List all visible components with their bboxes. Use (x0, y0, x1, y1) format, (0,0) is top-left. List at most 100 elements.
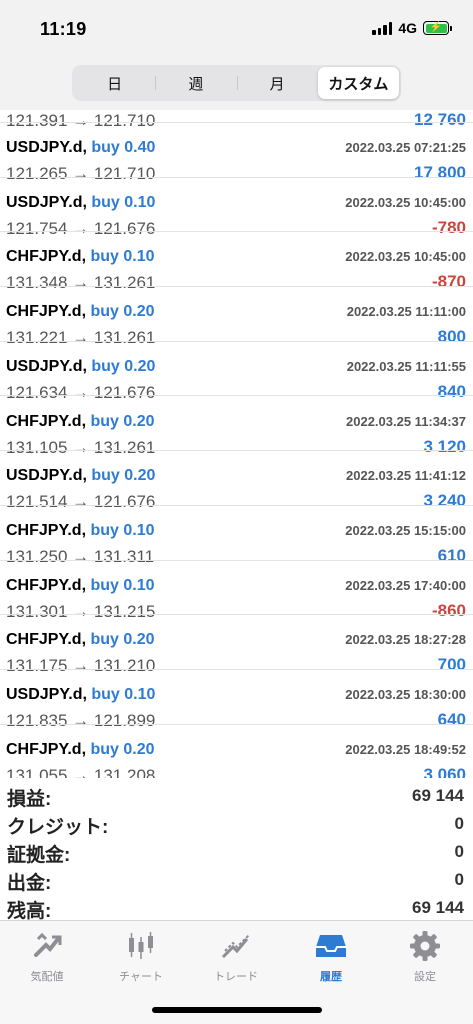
status-bar: 11:19 4G ⚡ (0, 0, 473, 58)
trade-datetime: 2022.03.25 11:41:12 (346, 468, 466, 484)
trade-symbol-line: CHFJPY.d, buy 0.10 (6, 576, 155, 594)
trade-symbol-line: CHFJPY.d, buy 0.10 (6, 521, 155, 539)
trade-type: buy 0.20 (90, 740, 155, 758)
summary-balance: 残高: 69 144 (0, 892, 473, 922)
trade-symbol-line: CHFJPY.d, buy 0.20 (6, 631, 155, 649)
trade-type: buy 0.10 (90, 248, 155, 266)
partial-trade-row[interactable]: 121.391 → 121.710 12 760 (0, 110, 473, 130)
trade-datetime: 2022.03.25 07:21:25 (345, 140, 466, 155)
trade-symbol-line: CHFJPY.d, buy 0.10 (6, 248, 155, 266)
trade-row[interactable]: CHFJPY.d, buy 0.20 2022.03.25 11:34:37 131… (0, 397, 473, 457)
segment-day[interactable]: 日 (74, 67, 155, 99)
trade-symbol-line: CHFJPY.d, buy 0.20 (6, 412, 155, 430)
summary-profit: 損益: 69 144 (0, 780, 473, 810)
trade-row[interactable]: CHFJPY.d, buy 0.20 2022.03.25 11:11:00 131… (0, 287, 473, 347)
trade-row[interactable]: USDJPY.d, buy 0.40 2022.03.25 07:21:25 121… (0, 123, 473, 183)
trade-row[interactable]: CHFJPY.d, buy 0.20 2022.03.25 18:49:52 131… (0, 725, 473, 778)
summary-value: 0 (454, 870, 464, 889)
trade-type: buy 0.10 (91, 686, 156, 703)
tab-settings[interactable]: 設定 (378, 929, 472, 989)
trade-type: buy 0.10 (91, 193, 156, 211)
trade-row[interactable]: CHFJPY.d, buy 0.10 2022.03.25 10:45:00 131… (0, 232, 473, 292)
tab-trade[interactable]: トレード (189, 929, 283, 989)
trade-symbol: USDJPY.d (6, 139, 83, 156)
trade-type: buy 0.40 (91, 139, 156, 156)
trade-symbol-line: CHFJPY.d, buy 0.20 (6, 740, 155, 758)
trade-symbol: USDJPY.d (6, 686, 83, 703)
trade-datetime: 2022.03.25 18:49:52 (345, 741, 466, 757)
trade-symbol: USDJPY.d (6, 467, 83, 485)
trade-row[interactable]: CHFJPY.d, buy 0.10 2022.03.25 15:15:00 131… (0, 506, 473, 566)
trade-datetime: 2022.03.25 17:40:00 (345, 577, 466, 593)
trade-profit: 3 060 (423, 764, 466, 778)
gear-icon (410, 931, 440, 961)
trade-datetime: 2022.03.25 10:45:00 (345, 249, 466, 265)
period-segmented-control: 日 週 月 カスタム (72, 65, 401, 101)
trade-row[interactable]: USDJPY.d, buy 0.20 2022.03.25 11:41:12 121… (0, 451, 473, 511)
trade-datetime: 2022.03.25 11:11:00 (346, 304, 466, 320)
trade-icon (221, 934, 250, 959)
tab-history[interactable]: 履歴 (284, 929, 378, 989)
trade-row[interactable]: CHFJPY.d, buy 0.10 2022.03.25 17:40:00 131… (0, 561, 473, 621)
trade-type: buy 0.20 (90, 412, 155, 430)
trade-symbol: CHFJPY.d (6, 248, 82, 266)
cellular-signal-icon (372, 21, 393, 35)
trade-symbol: CHFJPY.d (6, 521, 82, 539)
trade-type: buy 0.20 (91, 357, 156, 375)
trade-datetime: 2022.03.25 11:11:55 (346, 358, 466, 374)
trade-symbol: CHFJPY.d (6, 303, 82, 321)
summary-value: 0 (454, 814, 464, 833)
history-inbox-icon (316, 935, 346, 957)
status-indicators: 4G ⚡ (372, 20, 452, 36)
account-summary: 損益: 69 144 クレジット: 0 証拠金: 0 出金: 0 残高: 69 … (0, 778, 473, 922)
trade-datetime: 2022.03.25 15:15:00 (345, 522, 466, 538)
summary-value: 69 144 (412, 898, 464, 917)
battery-charging-icon: ⚡ (423, 21, 452, 35)
trade-row[interactable]: USDJPY.d, buy 0.20 2022.03.25 11:11:55 121… (0, 342, 473, 402)
trade-datetime: 2022.03.25 18:30:00 (345, 687, 466, 702)
quotes-icon (34, 932, 62, 957)
summary-value: 69 144 (412, 786, 464, 805)
trade-symbol-line: USDJPY.d, buy 0.20 (6, 467, 156, 485)
trade-symbol: USDJPY.d (6, 357, 83, 375)
tab-label: チャート (119, 971, 163, 983)
summary-withdrawal: 出金: 0 (0, 864, 473, 894)
trade-datetime: 2022.03.25 18:27:28 (345, 632, 466, 648)
tab-label: 設定 (414, 971, 436, 983)
candlestick-chart-icon (129, 932, 153, 959)
status-time: 11:19 (40, 19, 87, 39)
trade-row[interactable]: USDJPY.d, buy 0.10 2022.03.25 18:30:00 121… (0, 670, 473, 730)
trade-type: buy 0.20 (90, 631, 155, 649)
summary-credit: クレジット: 0 (0, 808, 473, 838)
trade-type: buy 0.10 (90, 521, 155, 539)
tab-chart[interactable]: チャート (94, 929, 188, 989)
trade-type: buy 0.10 (90, 576, 155, 594)
summary-label: 証拠金: (7, 845, 71, 866)
trade-row[interactable]: USDJPY.d, buy 0.10 2022.03.25 10:45:00 121… (0, 178, 473, 238)
trade-symbol: CHFJPY.d (6, 412, 82, 430)
trade-datetime: 2022.03.25 10:45:00 (345, 194, 466, 210)
tab-label: トレード (214, 971, 258, 983)
trade-history-list[interactable]: 121.391 → 121.710 12 760 USDJPY.d, buy 0… (0, 110, 473, 778)
trade-datetime: 2022.03.25 11:34:37 (346, 413, 466, 429)
trade-symbol-line: USDJPY.d, buy 0.20 (6, 357, 156, 375)
segment-week[interactable]: 週 (155, 67, 236, 99)
trade-row[interactable]: CHFJPY.d, buy 0.20 2022.03.25 18:27:28 131… (0, 615, 473, 675)
summary-label: 出金: (7, 873, 52, 894)
trade-symbol-line: USDJPY.d, buy 0.40 (6, 139, 156, 156)
tab-label: 気配値 (30, 971, 64, 983)
trade-symbol: CHFJPY.d (6, 740, 82, 758)
summary-value: 0 (454, 842, 464, 861)
period-header: 日 週 月 カスタム (0, 58, 473, 110)
segment-custom[interactable]: カスタム (317, 67, 399, 99)
segment-month[interactable]: 月 (236, 67, 318, 99)
trade-type: buy 0.20 (90, 303, 155, 321)
tab-label: 履歴 (320, 971, 342, 983)
trade-symbol: USDJPY.d (6, 193, 83, 211)
tab-quotes[interactable]: 気配値 (0, 929, 94, 989)
trade-symbol: CHFJPY.d (6, 576, 82, 594)
summary-label: 損益: (7, 789, 52, 810)
summary-label: 残高: (7, 901, 52, 922)
summary-label: クレジット: (7, 817, 109, 838)
trade-prices: 131.055 → 131.208 (6, 765, 156, 778)
